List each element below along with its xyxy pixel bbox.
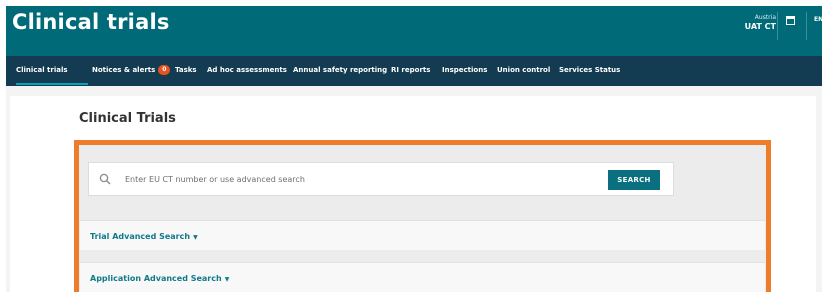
nav-item-ad-hoc-assessments[interactable]: Ad hoc assessments	[207, 66, 287, 74]
nav-item-annual-safety-reporting[interactable]: Annual safety reporting	[293, 66, 387, 74]
nav-item-clinical-trials[interactable]: Clinical trials	[16, 66, 68, 74]
app-title: Clinical trials	[12, 10, 170, 34]
application-advanced-search-toggle[interactable]: Application Advanced Search ▼	[80, 262, 765, 292]
notification-badge: 0	[158, 65, 171, 75]
search-icon	[99, 173, 111, 185]
nav-active-indicator	[16, 83, 88, 85]
nav-item-label: Inspections	[442, 66, 488, 74]
page-title: Clinical Trials	[79, 111, 176, 126]
nav-item-notices-alerts[interactable]: Notices & alerts 0	[92, 65, 171, 75]
search-input[interactable]	[125, 169, 595, 189]
header-divider	[777, 12, 778, 40]
trial-advanced-search-toggle[interactable]: Trial Advanced Search ▼	[80, 220, 765, 250]
header-divider	[806, 12, 807, 40]
nav-item-services-status[interactable]: Services Status	[559, 66, 620, 74]
organisation-switcher[interactable]: Austria UAT CT	[736, 14, 776, 32]
caret-down-icon: ▼	[224, 276, 230, 283]
search-bar: SEARCH	[88, 162, 674, 196]
org-country: Austria	[754, 14, 776, 21]
search-button[interactable]: SEARCH	[608, 170, 660, 190]
page: Clinical trials Austria UAT CT EN Clinic…	[0, 0, 822, 292]
section-label: Trial Advanced Search ▼	[90, 232, 198, 241]
language-selector[interactable]: EN	[814, 16, 822, 23]
nav-item-inspections[interactable]: Inspections	[442, 66, 487, 74]
main-nav: Clinical trials Notices & alerts 0 Tasks …	[6, 56, 822, 86]
calendar-icon[interactable]	[786, 16, 795, 25]
nav-item-union-control[interactable]: Union control	[497, 66, 550, 74]
section-label: Application Advanced Search ▼	[90, 274, 230, 283]
nav-item-label: RI reports	[391, 66, 431, 74]
nav-item-label: Ad hoc assessments	[207, 66, 287, 74]
nav-item-label: Clinical trials	[16, 66, 68, 74]
nav-item-ri-reports[interactable]: RI reports	[391, 66, 430, 74]
org-name: UAT CT	[744, 22, 776, 31]
nav-item-tasks[interactable]: Tasks	[175, 66, 197, 74]
nav-item-label: Services Status	[559, 66, 621, 74]
app-header: Clinical trials Austria UAT CT EN	[6, 6, 822, 56]
nav-item-label: Annual safety reporting	[293, 66, 388, 74]
nav-item-label: Union control	[497, 66, 551, 74]
nav-item-label: Notices & alerts	[92, 66, 156, 74]
nav-item-label: Tasks	[175, 66, 197, 74]
caret-down-icon: ▼	[193, 234, 198, 241]
